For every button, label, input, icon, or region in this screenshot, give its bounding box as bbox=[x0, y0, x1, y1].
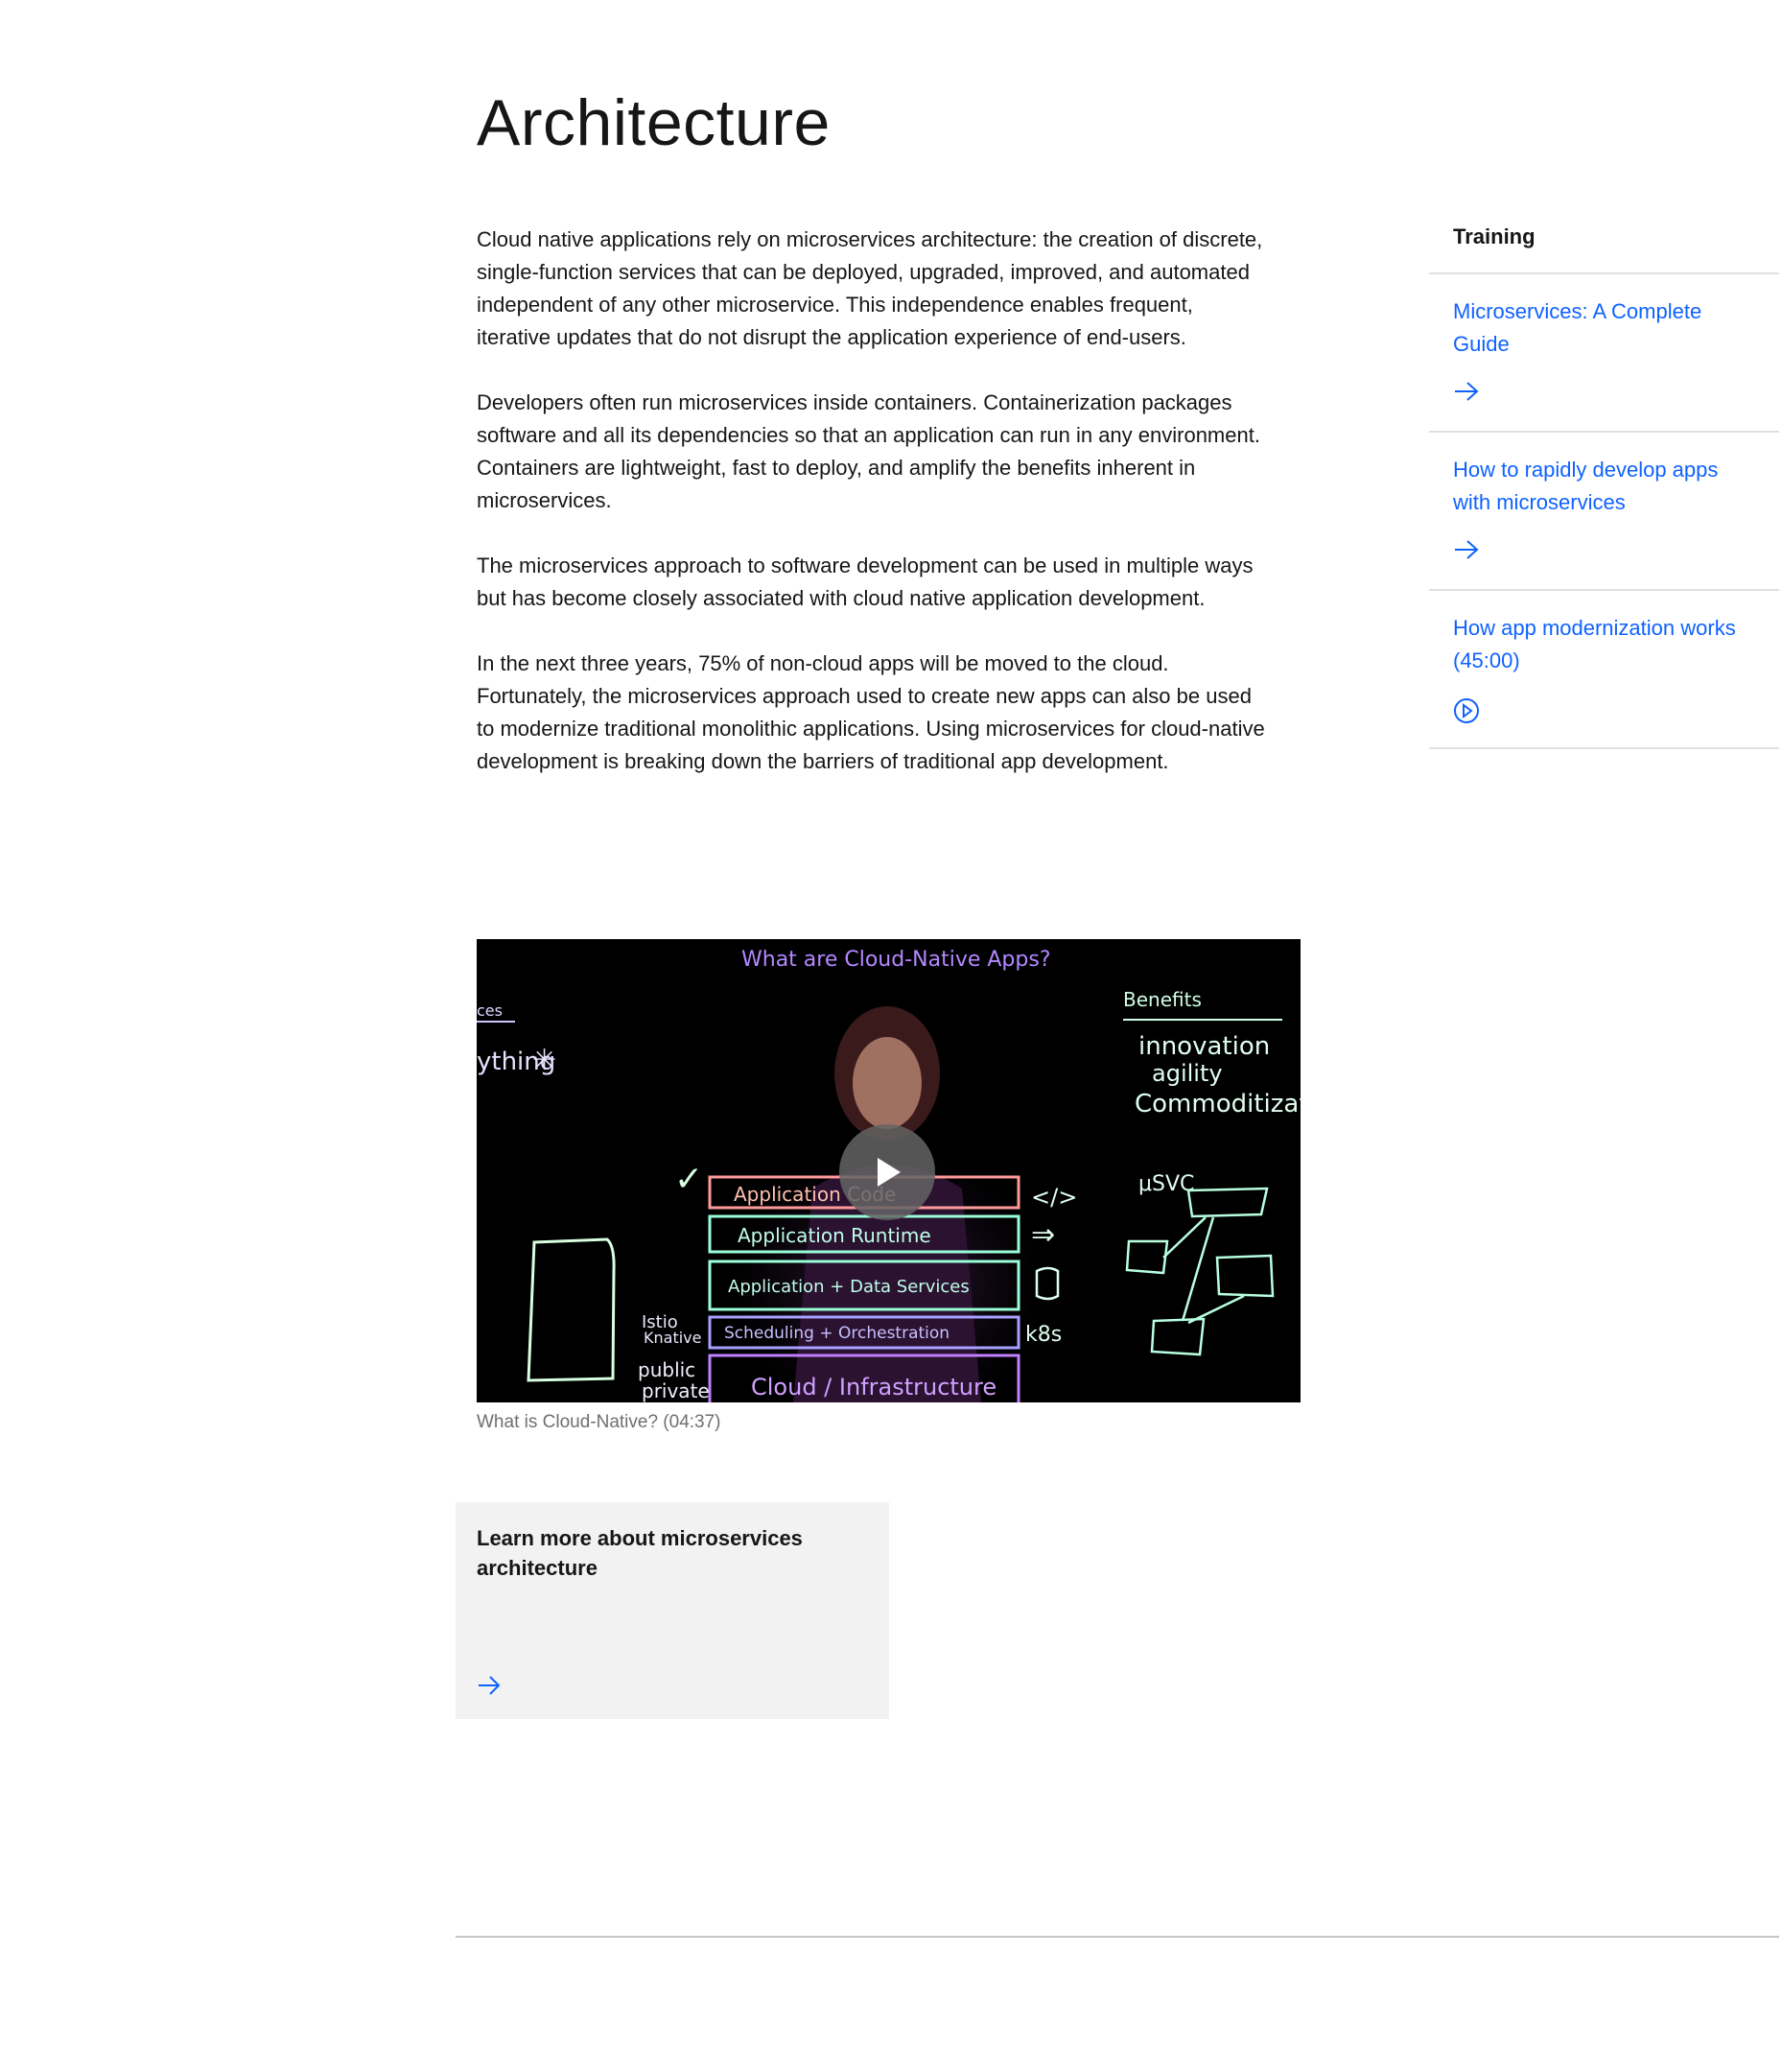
board-public: public bbox=[638, 1358, 695, 1381]
board-layer-4: Scheduling + Orchestration bbox=[724, 1324, 950, 1343]
board-code-symbol: </> bbox=[1031, 1184, 1077, 1211]
video-caption: What is Cloud-Native? (04:37) bbox=[477, 1412, 721, 1432]
board-private: private bbox=[642, 1379, 710, 1402]
board-left-top: ces bbox=[477, 1001, 503, 1020]
sidebar-item-microservices-guide[interactable]: Microservices: A Complete Guide bbox=[1429, 274, 1779, 433]
arrow-right-icon bbox=[1455, 382, 1479, 401]
board-layer-5: Cloud / Infrastructure bbox=[751, 1374, 997, 1401]
video-player[interactable]: What are Cloud-Native Apps? ces ything ✳… bbox=[477, 939, 1301, 1402]
page-title: Architecture bbox=[477, 86, 831, 159]
play-button[interactable] bbox=[839, 1124, 935, 1220]
board-benefit-2: agility bbox=[1152, 1060, 1223, 1087]
board-benefit-3: Commoditizati bbox=[1135, 1090, 1301, 1118]
training-sidebar: Training Microservices: A Complete Guide… bbox=[1429, 217, 1779, 749]
board-heading: What are Cloud-Native Apps? bbox=[741, 948, 1051, 972]
board-layer-2: Application Runtime bbox=[738, 1224, 931, 1247]
board-benefit-1: innovation bbox=[1138, 1032, 1270, 1061]
sidebar-link[interactable]: Microservices: A Complete Guide bbox=[1453, 295, 1741, 361]
svg-text:✳: ✳ bbox=[532, 1044, 556, 1077]
sidebar-item-rapid-apps[interactable]: How to rapidly develop apps with microse… bbox=[1429, 433, 1779, 591]
article-body: Cloud native applications rely on micros… bbox=[477, 224, 1265, 811]
sidebar-heading: Training bbox=[1429, 217, 1779, 274]
board-k8s: k8s bbox=[1025, 1323, 1062, 1347]
sidebar-item-app-modernization[interactable]: How app modernization works (45:00) bbox=[1429, 591, 1779, 749]
learn-more-card[interactable]: Learn more about microservices architect… bbox=[456, 1502, 889, 1719]
paragraph: In the next three years, 75% of non-clou… bbox=[477, 651, 1265, 773]
arrow-right-icon bbox=[1455, 540, 1479, 559]
card-title: Learn more about microservices architect… bbox=[477, 1526, 803, 1580]
paragraph: Cloud native applications rely on micros… bbox=[477, 227, 1263, 349]
board-layer-3: Application + Data Services bbox=[728, 1277, 970, 1297]
paragraph: The microservices approach to software d… bbox=[477, 553, 1254, 610]
footer-divider bbox=[456, 1936, 1779, 1938]
board-usvc: μSVC bbox=[1138, 1172, 1194, 1196]
arrow-right-icon bbox=[479, 1676, 501, 1695]
board-check: ✓ bbox=[674, 1160, 703, 1199]
play-circle-icon bbox=[1454, 698, 1479, 723]
sidebar-link[interactable]: How app modernization works (45:00) bbox=[1453, 612, 1741, 677]
board-knative: Knative bbox=[644, 1329, 701, 1347]
play-icon bbox=[878, 1158, 901, 1187]
board-benefits: Benefits bbox=[1123, 988, 1202, 1011]
sidebar-link[interactable]: How to rapidly develop apps with microse… bbox=[1453, 454, 1741, 519]
paragraph: Developers often run microservices insid… bbox=[477, 390, 1260, 512]
board-arrows-symbol: ⇒ bbox=[1031, 1218, 1055, 1252]
